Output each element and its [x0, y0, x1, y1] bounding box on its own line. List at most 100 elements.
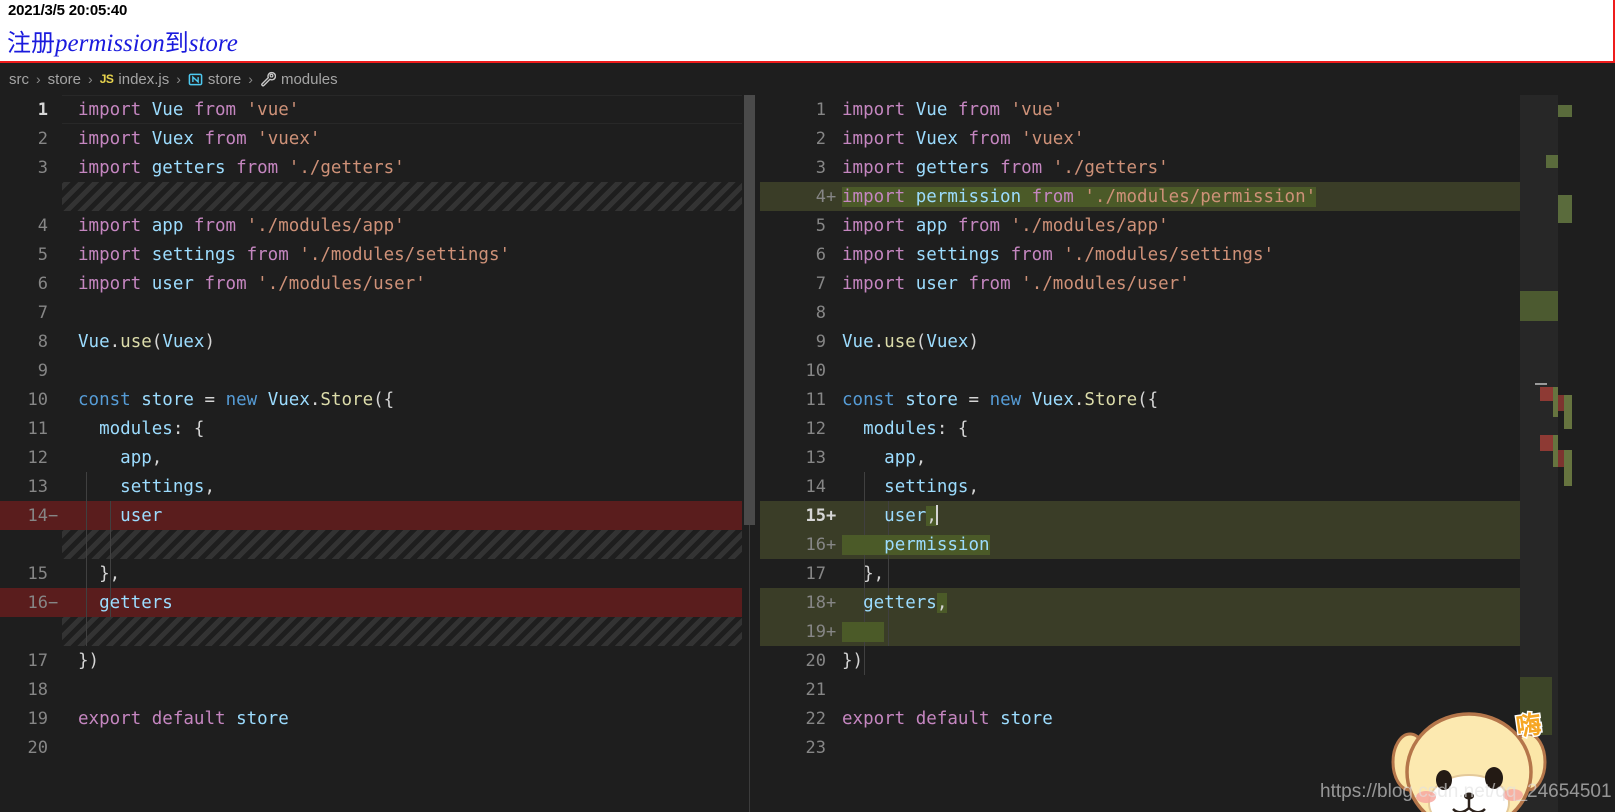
diff-inserted-row[interactable]: 16+ permission	[760, 530, 1520, 559]
code-row[interactable]: 11 const store = new Vuex.Store({	[760, 385, 1520, 414]
code-token: modules	[863, 418, 937, 439]
breadcrumb-item-store[interactable]: store	[188, 71, 241, 88]
code-row[interactable]: 17 },	[760, 559, 1520, 588]
editor-scrollbar-thumb[interactable]	[744, 95, 755, 525]
code-row[interactable]: 3 import getters from './getters'	[0, 153, 742, 182]
diff-inserted-row[interactable]: 4+ import permission from './modules/perm…	[760, 182, 1520, 211]
code-row[interactable]: 1 import Vue from 'vue'	[0, 95, 742, 124]
code-token: './modules/app'	[246, 215, 405, 236]
code-token: import	[842, 244, 906, 265]
code-token: from	[957, 215, 1001, 236]
code-row[interactable]: 10	[760, 356, 1520, 385]
gutter-spacer	[0, 182, 62, 211]
code-token: import	[842, 273, 906, 294]
code-token: getters	[863, 592, 937, 613]
code-token: use	[884, 331, 916, 352]
code-row[interactable]: 11 modules: {	[0, 414, 742, 443]
code-text: settings,	[62, 477, 742, 497]
code-token: './modules/permission'	[1084, 186, 1317, 207]
breadcrumb-item-store[interactable]: store	[48, 71, 81, 88]
breadcrumb-item-modules[interactable]: modules	[260, 71, 338, 88]
annotation-note-cjk-2: 到	[164, 29, 189, 57]
line-number: 18+	[760, 593, 840, 613]
code-row[interactable]: 17})	[0, 646, 742, 675]
code-token: :	[936, 418, 958, 439]
code-row[interactable]: 4 import app from './modules/app'	[0, 211, 742, 240]
code-row[interactable]: 10 const store = new Vuex.Store({	[0, 385, 742, 414]
code-row[interactable]: 5 import settings from './modules/setting…	[0, 240, 742, 269]
code-row[interactable]: 5 import app from './modules/app'	[760, 211, 1520, 240]
code-row[interactable]: 6 import settings from './modules/setting…	[760, 240, 1520, 269]
code-row[interactable]: 8	[760, 298, 1520, 327]
code-row[interactable]: 19 export default store	[0, 704, 742, 733]
minimap-diff-block	[1520, 291, 1560, 321]
diff-inserted-row[interactable]: 15+ user,	[760, 501, 1520, 530]
breadcrumb-item-src[interactable]: src	[9, 71, 29, 88]
code-row[interactable]: 13 app,	[760, 443, 1520, 472]
code-row[interactable]: 8 Vue.use(Vuex)	[0, 327, 742, 356]
code-row[interactable]: 7	[0, 298, 742, 327]
code-row[interactable]: 13 settings,	[0, 472, 742, 501]
overview-ruler[interactable]	[1558, 95, 1572, 812]
code-token: user	[884, 506, 927, 526]
code-token	[1021, 186, 1032, 207]
annotation-note-latin-2: store	[188, 30, 238, 57]
line-number: 13	[805, 447, 826, 468]
code-token: Vue	[151, 99, 184, 120]
code-row[interactable]: 21	[760, 675, 1520, 704]
code-row[interactable]: 15 },	[0, 559, 742, 588]
line-number: 17	[27, 650, 48, 671]
code-token: import	[842, 128, 906, 149]
line-number: 6	[815, 244, 826, 265]
code-row[interactable]: 12 modules: {	[760, 414, 1520, 443]
code-row[interactable]: 7 import user from './modules/user'	[760, 269, 1520, 298]
code-token: 'vuex'	[257, 128, 321, 149]
minimap-diff-block	[1520, 699, 1552, 735]
code-token: from	[236, 157, 279, 178]
code-row[interactable]: 20})	[760, 646, 1520, 675]
code-token: },	[78, 563, 121, 584]
code-row[interactable]: 9	[0, 356, 742, 385]
code-token: user	[151, 273, 194, 294]
code-row[interactable]: 6 import user from './modules/user'	[0, 269, 742, 298]
diff-pane-original[interactable]: 1 import Vue from 'vue' 2 import Vuex from …	[0, 95, 742, 812]
code-row[interactable]: 20	[0, 733, 742, 762]
overview-ruler-mark[interactable]	[1558, 105, 1572, 117]
line-number: 8	[37, 331, 48, 352]
diff-deleted-row[interactable]: 16− getters	[0, 588, 742, 617]
code-row[interactable]: 2 import Vuex from 'vuex'	[760, 124, 1520, 153]
diff-inserted-row[interactable]: 19+	[760, 617, 1520, 646]
diff-inserted-row[interactable]: 18+ getters,	[760, 588, 1520, 617]
code-token: new	[989, 389, 1022, 410]
code-row[interactable]: 18	[0, 675, 742, 704]
code-row[interactable]: 22 export default store	[760, 704, 1520, 733]
code-row[interactable]: 12 app,	[0, 443, 742, 472]
overview-ruler-mark[interactable]	[1564, 395, 1572, 429]
code-token: ,	[915, 447, 927, 468]
line-number: 12	[805, 418, 826, 439]
diff-pane-modified[interactable]: 1 import Vue from 'vue' 2 import Vuex from …	[760, 95, 1520, 812]
code-text: },	[62, 564, 742, 584]
code-row[interactable]: 14 settings,	[760, 472, 1520, 501]
breadcrumb-item-index-js[interactable]: JS index.js	[100, 71, 170, 88]
code-token: getters	[915, 157, 990, 178]
code-row[interactable]: 1 import Vue from 'vue'	[760, 95, 1520, 124]
code-row[interactable]: 23	[760, 733, 1520, 762]
breadcrumb[interactable]: src › store › JS index.js › store › modules	[0, 63, 1615, 95]
diff-deleted-row[interactable]: 14− user	[0, 501, 742, 530]
code-row[interactable]: 2 import Vuex from 'vuex'	[0, 124, 742, 153]
overview-ruler-mark[interactable]	[1558, 195, 1572, 223]
code-row[interactable]: 9 Vue.use(Vuex)	[760, 327, 1520, 356]
code-row[interactable]: 3 import getters from './getters'	[760, 153, 1520, 182]
overview-ruler-mark[interactable]	[1564, 450, 1572, 486]
